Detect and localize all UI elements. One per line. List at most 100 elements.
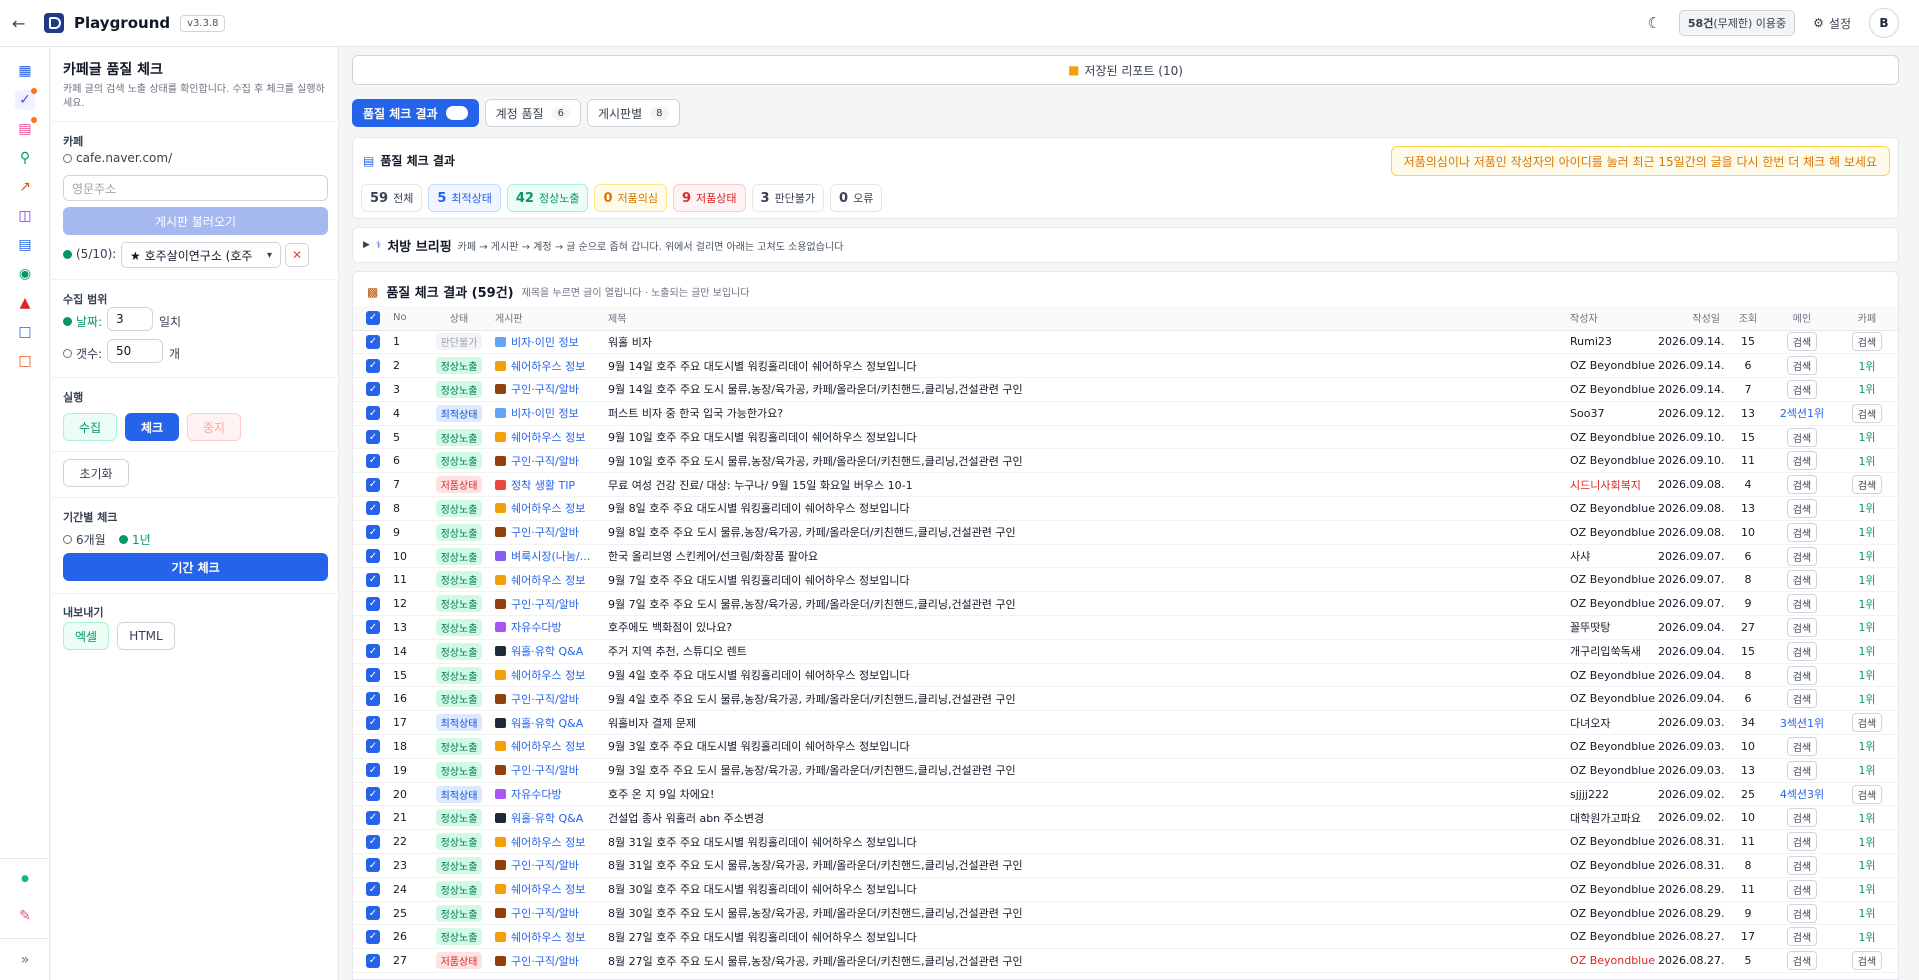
- row-checkbox[interactable]: ✓: [353, 520, 393, 545]
- row-board[interactable]: 구인·구직/알바: [495, 591, 608, 617]
- network-icon[interactable]: ▲: [15, 293, 35, 313]
- col-cafe[interactable]: 카페: [1834, 306, 1898, 331]
- row-checkbox[interactable]: ✓: [353, 567, 393, 593]
- row-cafe[interactable]: 검색: [1834, 330, 1898, 355]
- row-author[interactable]: OZ Beyondblue: [1570, 901, 1658, 926]
- row-title[interactable]: 8월 31일 호주 주요 도시 물류,농장/육가공, 카페/올라운더/키친핸드,…: [608, 853, 1570, 878]
- edit-icon[interactable]: ✎: [15, 906, 35, 926]
- row-author[interactable]: OZ Beyondblue: [1570, 758, 1658, 783]
- row-author[interactable]: OZ Beyondblue: [1570, 496, 1658, 521]
- row-cafe[interactable]: 검색: [1834, 401, 1898, 426]
- dashboard-grid-icon[interactable]: ▦: [15, 61, 35, 81]
- row-board[interactable]: 구인·구직/알바: [495, 853, 608, 878]
- row-main[interactable]: 검색: [1770, 663, 1834, 688]
- row-main[interactable]: 검색: [1770, 758, 1834, 783]
- board-link[interactable]: 자유수다방: [495, 619, 562, 635]
- board-link[interactable]: 구인·구직/알바: [495, 596, 579, 612]
- board-link[interactable]: 정착 생활 TIP: [495, 477, 575, 493]
- row-title[interactable]: 9월 14일 호주 주요 대도시별 워킹홀리데이 쉐어하우스 정보입니다: [608, 353, 1570, 379]
- row-author[interactable]: OZ Beyondblue: [1570, 734, 1658, 759]
- row-main[interactable]: 검색: [1770, 377, 1834, 402]
- usage-badge[interactable]: 58건(무제한) 이용중: [1678, 10, 1796, 36]
- row-title[interactable]: 퍼스트 비자 중 한국 입국 가능한가요?: [608, 401, 1570, 426]
- row-board[interactable]: 구인·구직/알바: [495, 686, 608, 712]
- row-main[interactable]: 검색: [1770, 853, 1834, 878]
- row-title[interactable]: 워홀 비자: [608, 330, 1570, 355]
- row-title[interactable]: 8월 27일 호주 주요 대도시별 워킹홀리데이 쉐어하우스 정보입니다: [608, 924, 1570, 950]
- row-title[interactable]: 호주 온 지 9일 차에요!: [608, 782, 1570, 807]
- row-author[interactable]: OZ Beyondblue: [1570, 877, 1658, 902]
- row-main[interactable]: 검색: [1770, 425, 1834, 450]
- row-main[interactable]: 검색: [1770, 686, 1834, 712]
- main-search-button[interactable]: 검색: [1786, 927, 1818, 947]
- row-title[interactable]: 8월 27일 호주 주요 도시 물류,농장/육가공, 카페/올라운더/키친핸드,…: [608, 948, 1570, 974]
- row-title[interactable]: 9월 7일 호주 주요 대도시별 워킹홀리데이 쉐어하우스 정보입니다: [608, 567, 1570, 593]
- main-search-button[interactable]: 검색: [1786, 570, 1818, 590]
- main-search-button[interactable]: 검색: [1786, 332, 1818, 352]
- row-author[interactable]: 시드니사회복지: [1570, 472, 1658, 498]
- select-all-checkbox[interactable]: ✓: [353, 306, 393, 331]
- main-search-button[interactable]: 검색: [1786, 879, 1818, 899]
- row-title[interactable]: 한국 올리브영 스킨케어/선크림/화장품 팔아요: [608, 544, 1570, 569]
- row-board[interactable]: 벼룩시장(나눔/...: [495, 544, 608, 569]
- cafe-select[interactable]: ★ 호주살이연구소 (호주 ▾: [121, 242, 281, 268]
- row-board[interactable]: 쉐어하우스 정보: [495, 567, 608, 593]
- row-title[interactable]: 9월 7일 호주 주요 도시 물류,농장/육가공, 카페/올라운더/키친핸드,클…: [608, 591, 1570, 617]
- row-author[interactable]: Rumi23: [1570, 330, 1658, 355]
- board-link[interactable]: 쉐어하우스 정보: [495, 500, 585, 516]
- row-title[interactable]: 9월 14일 호주 주요 도시 물류,농장/육가공, 카페/올라운더/키친핸드,…: [608, 377, 1570, 402]
- cafe-search-button[interactable]: 검색: [1851, 951, 1883, 971]
- col-status[interactable]: 상태: [423, 306, 495, 331]
- row-title[interactable]: 무료 여성 건강 진료/ 대상: 누구나/ 9월 15일 화요일 버우스 10-…: [608, 472, 1570, 498]
- board-link[interactable]: 쉐어하우스 정보: [495, 572, 585, 588]
- bookmark-icon[interactable]: □: [15, 322, 35, 342]
- col-main[interactable]: 메인: [1770, 306, 1834, 331]
- row-cafe[interactable]: 검색: [1834, 710, 1898, 736]
- search-icon[interactable]: ⚲: [15, 148, 35, 168]
- row-board[interactable]: 쉐어하우스 정보: [495, 924, 608, 950]
- board-link[interactable]: 쉐어하우스 정보: [495, 834, 585, 850]
- row-board[interactable]: 쉐어하우스 정보: [495, 734, 608, 759]
- row-cafe[interactable]: 검색: [1834, 472, 1898, 498]
- export-html-button[interactable]: HTML: [117, 622, 175, 650]
- main-search-button[interactable]: 검색: [1786, 736, 1818, 756]
- row-checkbox[interactable]: ✓: [353, 639, 393, 664]
- col-no[interactable]: No: [393, 306, 423, 331]
- back-arrow-icon[interactable]: ←: [12, 14, 34, 33]
- main-search-button[interactable]: 검색: [1786, 475, 1818, 495]
- cafe-search-button[interactable]: 검색: [1851, 475, 1883, 495]
- stat-low[interactable]: 9 저품상태: [672, 184, 746, 212]
- row-title[interactable]: 호주에도 백화점이 있나요?: [608, 615, 1570, 640]
- board-link[interactable]: 쉐어하우스 정보: [495, 738, 585, 754]
- row-board[interactable]: 비자·이민 정보: [495, 330, 608, 355]
- row-title[interactable]: 9월 4일 호주 주요 대도시별 워킹홀리데이 쉐어하우스 정보입니다: [608, 663, 1570, 688]
- row-checkbox[interactable]: ✓: [353, 758, 393, 783]
- prescription-briefing[interactable]: ▶ ⚕ 처방 브리핑 카페 → 게시판 → 계정 → 글 순으로 좁혀 갑니다.…: [352, 227, 1899, 263]
- row-checkbox[interactable]: ✓: [353, 853, 393, 878]
- row-main[interactable]: 검색: [1770, 330, 1834, 355]
- row-main[interactable]: 검색: [1770, 734, 1834, 759]
- main-search-button[interactable]: 검색: [1786, 451, 1818, 471]
- main-search-button[interactable]: 검색: [1786, 546, 1818, 566]
- row-main[interactable]: 검색: [1770, 520, 1834, 545]
- period-6m-option[interactable]: 6개월: [63, 531, 106, 548]
- main-search-button[interactable]: 검색: [1786, 427, 1818, 447]
- row-author[interactable]: 대학원가고파요: [1570, 805, 1658, 831]
- row-board[interactable]: 쉐어하우스 정보: [495, 877, 608, 902]
- board-link[interactable]: 구인·구직/알바: [495, 381, 579, 397]
- cafe-search-button[interactable]: 검색: [1851, 332, 1883, 352]
- row-title[interactable]: 9월 8일 호주 주요 대도시별 워킹홀리데이 쉐어하우스 정보입니다: [608, 496, 1570, 521]
- row-checkbox[interactable]: ✓: [353, 686, 393, 712]
- row-checkbox[interactable]: ✓: [353, 734, 393, 759]
- row-checkbox[interactable]: ✓: [353, 448, 393, 474]
- col-views[interactable]: 조회: [1726, 306, 1770, 331]
- row-board[interactable]: 워홀·유학 Q&A: [495, 639, 608, 664]
- main-search-button[interactable]: 검색: [1786, 808, 1818, 828]
- row-author[interactable]: OZ Beyondblue: [1570, 686, 1658, 712]
- row-author[interactable]: 사샤: [1570, 544, 1658, 569]
- row-main[interactable]: 검색: [1770, 496, 1834, 521]
- bar-chart-icon[interactable]: ▤: [15, 117, 37, 139]
- row-title[interactable]: 주거 지역 추천, 스튜디오 렌트: [608, 639, 1570, 664]
- main-search-button[interactable]: 검색: [1786, 641, 1818, 661]
- row-checkbox[interactable]: ✓: [353, 805, 393, 831]
